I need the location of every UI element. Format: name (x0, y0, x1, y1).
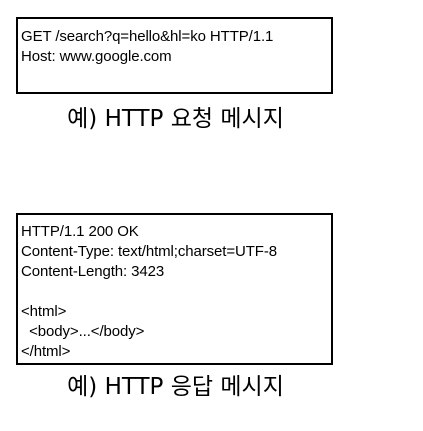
response-content-type-header: Content-Type: text/html;charset=UTF-8 (21, 243, 277, 260)
response-caption: 예) HTTP 응답 메시지 (67, 374, 284, 400)
response-body-html-open: <html> (21, 303, 67, 320)
response-body-body-element: <body>...</body> (21, 323, 145, 340)
response-status-line: HTTP/1.1 200 OK (21, 223, 139, 240)
request-host-header: Host: www.google.com (21, 48, 172, 65)
request-caption: 예) HTTP 요청 메시지 (67, 106, 284, 132)
http-response-message-box: HTTP/1.1 200 OK Content-Type: text/html;… (16, 213, 333, 365)
response-blank-line (21, 282, 331, 302)
http-request-message-box: GET /search?q=hello&hl=ko HTTP/1.1 Host:… (16, 17, 333, 94)
response-content-length-header: Content-Length: 3423 (21, 263, 165, 280)
response-body-html-close: </html> (21, 343, 71, 360)
request-line: GET /search?q=hello&hl=ko HTTP/1.1 (21, 28, 274, 45)
